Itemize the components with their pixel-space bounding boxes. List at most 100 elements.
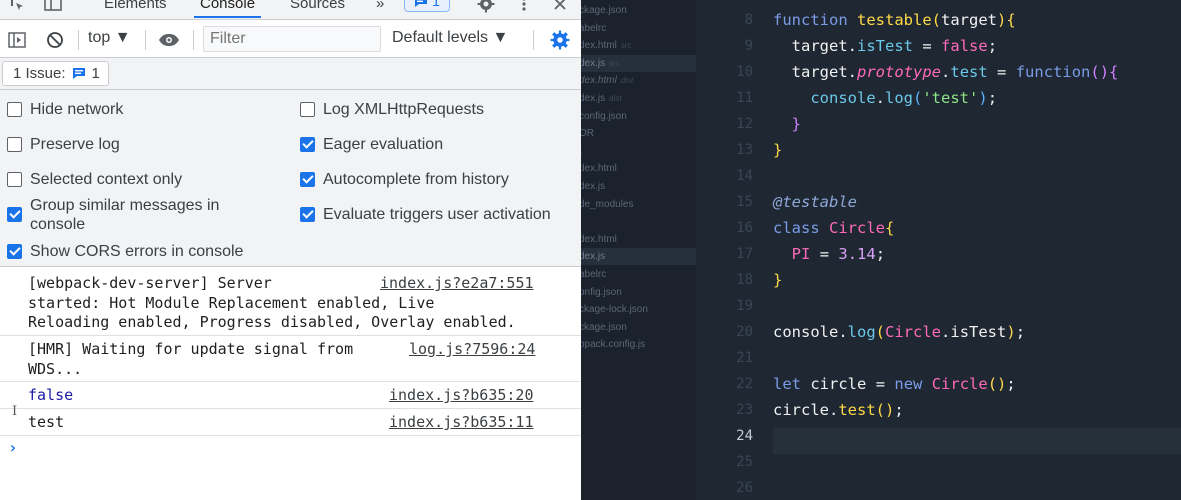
code-line[interactable]: } — [773, 267, 782, 293]
option-show-cors-errors[interactable]: Show CORS errors in console — [7, 242, 243, 261]
sidebar-toggle-icon[interactable] — [6, 28, 28, 52]
preserve-log-checkbox[interactable] — [7, 137, 22, 152]
explorer-file-item[interactable]: abelrc — [581, 266, 696, 283]
option-evaluate-triggers[interactable]: Evaluate triggers user activation — [300, 205, 551, 224]
group-similar-checkbox[interactable] — [7, 207, 22, 222]
explorer-file-item[interactable]: abelrc — [581, 20, 696, 37]
explorer-file-item[interactable]: dex.js src — [581, 54, 696, 72]
settings-gear-icon[interactable] — [474, 0, 498, 16]
explorer-file-item[interactable]: OR — [581, 125, 696, 142]
issues-button[interactable]: 1 Issue: 1 — [2, 61, 109, 86]
file-name: dex.html — [581, 233, 617, 245]
code-line[interactable]: target.prototype.test = function(){ — [773, 59, 1119, 85]
option-selected-context-only[interactable]: Selected context only — [7, 170, 182, 189]
code-line[interactable]: let circle = new Circle(); — [773, 371, 1016, 397]
line-number: 9 — [744, 38, 753, 54]
code-line[interactable]: function testable(target){ — [773, 7, 1016, 33]
issues-counter-button[interactable]: 1 — [404, 0, 450, 12]
option-eager-evaluation[interactable]: Eager evaluation — [300, 135, 443, 154]
message-source-link[interactable]: index.js?b635:20 — [389, 386, 534, 404]
explorer-file-item[interactable]: dex.js — [581, 248, 696, 266]
file-folder-tag: src — [620, 41, 632, 51]
filter-input[interactable] — [203, 26, 381, 52]
option-label: Autocomplete from history — [323, 171, 509, 188]
file-name: bpack.config.js — [581, 339, 646, 351]
tab-sources[interactable]: Sources — [290, 0, 345, 12]
explorer-file-item[interactable]: ckage.json — [581, 319, 696, 336]
devtools-tab-bar: Elements Console Sources » 1 — [0, 0, 581, 20]
explorer-file-item[interactable]: ckage-lock.json — [581, 301, 696, 318]
code-line[interactable]: PI = 3.14; — [773, 241, 885, 267]
tab-elements[interactable]: Elements — [104, 0, 167, 12]
explorer-file-item[interactable]: dex.html — [581, 231, 696, 248]
console-toolbar: top ▼ Default levels ▼ — [0, 21, 581, 58]
option-label: Evaluate triggers user activation — [323, 206, 551, 223]
file-name: OR — [581, 128, 594, 140]
device-toolbar-icon[interactable] — [42, 0, 64, 16]
inspect-element-icon[interactable] — [6, 0, 28, 16]
eager-evaluation-checkbox[interactable] — [300, 137, 315, 152]
code-line[interactable]: } — [773, 111, 801, 137]
explorer-file-item[interactable]: bpack.config.js — [581, 336, 696, 353]
line-number: 16 — [736, 220, 753, 236]
message-text: [HMR] Waiting for update signal from WDS… — [28, 340, 354, 378]
line-number: 24 — [736, 428, 753, 444]
option-label: Group similar messages in console — [30, 197, 220, 233]
option-label: Eager evaluation — [323, 136, 444, 153]
message-icon — [415, 0, 428, 7]
message-source-link[interactable]: log.js?7596:24 — [409, 340, 535, 358]
autocomplete-checkbox[interactable] — [300, 172, 315, 187]
context-selector[interactable]: top ▼ — [88, 29, 131, 47]
console-output: [webpack-dev-server] Server started: Hot… — [0, 268, 581, 500]
evaluate-triggers-checkbox[interactable] — [300, 207, 315, 222]
show-cors-checkbox[interactable] — [7, 244, 22, 259]
explorer-file-item[interactable]: dex.html dist — [581, 72, 696, 89]
live-expression-eye-icon[interactable] — [157, 28, 181, 52]
log-xhr-checkbox[interactable] — [300, 102, 315, 117]
kebab-menu-icon[interactable] — [516, 0, 532, 16]
code-line[interactable]: class Circle{ — [773, 215, 894, 241]
explorer-file-item[interactable]: ckage.json — [581, 2, 696, 19]
clear-console-icon[interactable] — [44, 28, 66, 52]
option-hide-network[interactable]: Hide network — [7, 100, 123, 119]
explorer-file-item[interactable] — [581, 213, 696, 230]
hide-network-checkbox[interactable] — [7, 102, 22, 117]
message-source-link[interactable]: index.js?b635:11 — [389, 413, 534, 431]
issues-counter-value: 1 — [432, 0, 440, 9]
option-log-xhr[interactable]: Log XMLHttpRequests — [300, 100, 484, 119]
code-line[interactable]: } — [773, 137, 782, 163]
explorer-file-item[interactable]: de_modules — [581, 196, 696, 213]
message-text: false — [28, 386, 74, 404]
line-number: 13 — [736, 142, 753, 158]
explorer-file-item[interactable]: dex.html — [581, 160, 696, 177]
explorer-file-item[interactable]: t — [581, 143, 696, 160]
more-tabs-button[interactable]: » — [376, 0, 384, 12]
message-source-link[interactable]: index.js?e2a7:551 — [380, 274, 534, 292]
line-number: 22 — [736, 376, 753, 392]
log-levels-dropdown[interactable]: Default levels ▼ — [392, 29, 508, 47]
explorer-file-item[interactable]: dex.js — [581, 178, 696, 195]
issues-label: 1 Issue: — [13, 65, 66, 82]
code-line[interactable]: @testable — [773, 189, 857, 215]
console-message: [webpack-dev-server] Server started: Hot… — [0, 268, 581, 336]
code-line[interactable]: console.log('test'); — [773, 85, 997, 111]
console-settings-gear-icon[interactable] — [548, 28, 572, 52]
line-number: 14 — [736, 168, 753, 184]
explorer-file-item[interactable]: dex.js dist — [581, 90, 696, 107]
code-line[interactable]: circle.test(); — [773, 397, 904, 423]
option-group-similar[interactable]: Group similar messages in console — [7, 196, 219, 234]
explorer-file-item[interactable]: config.json — [581, 108, 696, 125]
tab-console[interactable]: Console — [193, 0, 262, 18]
line-number: 11 — [736, 90, 753, 106]
close-icon[interactable] — [550, 0, 570, 16]
explorer-file-item[interactable]: onfig.json — [581, 284, 696, 301]
option-preserve-log[interactable]: Preserve log — [7, 135, 120, 154]
console-prompt[interactable]: › — [8, 438, 18, 457]
console-message: test index.js?b635:11 — [0, 409, 581, 436]
code-line[interactable]: console.log(Circle.isTest); — [773, 319, 1025, 345]
code-line[interactable]: target.isTest = false; — [773, 33, 997, 59]
issues-bar: 1 Issue: 1 — [0, 58, 581, 90]
selected-context-checkbox[interactable] — [7, 172, 22, 187]
option-autocomplete-history[interactable]: Autocomplete from history — [300, 170, 509, 189]
explorer-file-item[interactable]: dex.html src — [581, 37, 696, 54]
